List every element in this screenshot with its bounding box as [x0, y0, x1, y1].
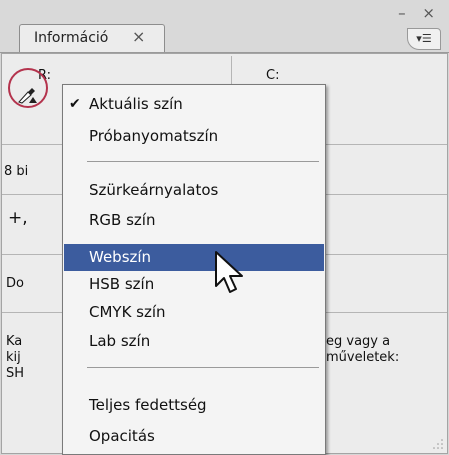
menu-item-cmyk-color[interactable]: CMYK szín — [64, 299, 324, 326]
desc-right-1: eg vagy a — [326, 334, 391, 349]
tab-information[interactable]: Információ × — [19, 24, 165, 52]
bit-depth-text: 8 bi — [4, 164, 29, 179]
c-label: C: — [266, 68, 280, 83]
menu-item-label: RGB szín — [89, 211, 156, 229]
menu-item-label: HSB szín — [89, 275, 155, 293]
checkmark-icon: ✔ — [69, 96, 81, 112]
desc-left-3: SH — [6, 366, 25, 381]
menu-item-opacity[interactable]: Opacitás — [64, 423, 324, 450]
menu-item-label: Opacitás — [89, 427, 155, 445]
tab-label: Információ — [34, 30, 109, 46]
eyedropper-icon[interactable] — [16, 84, 38, 104]
menu-item-rgb-color[interactable]: RGB szín — [64, 207, 324, 234]
menu-item-label: Lab szín — [89, 332, 151, 350]
tab-close-icon[interactable]: × — [132, 27, 145, 46]
crosshair-icon: +, — [8, 208, 28, 228]
menu-item-grayscale[interactable]: Szürkeárnyalatos — [64, 177, 324, 204]
menu-item-label: Aktuális szín — [89, 95, 183, 113]
menu-item-label: CMYK szín — [89, 303, 166, 321]
menu-separator — [87, 367, 319, 368]
resize-grip-icon[interactable] — [433, 439, 443, 449]
desc-left-2: kij — [6, 350, 21, 365]
menu-item-lab-color[interactable]: Lab szín — [64, 328, 324, 355]
menu-item-label: Teljes fedettség — [89, 396, 207, 414]
menu-item-label: Próbanyomatszín — [89, 127, 219, 145]
menu-item-actual-color[interactable]: ✔ Aktuális szín — [64, 91, 324, 118]
window-controls[interactable]: – × — [398, 4, 441, 22]
menu-item-label: Szürkeárnyalatos — [89, 181, 219, 199]
desc-left-1: Ka — [6, 334, 23, 349]
color-mode-menu: ✔ Aktuális szín Próbanyomatszín Szürkeár… — [62, 84, 326, 455]
panel-tab-bar: Információ × – × ▾☰ — [0, 0, 449, 53]
menu-item-hsb-color[interactable]: HSB szín — [64, 271, 324, 298]
menu-separator — [87, 161, 319, 162]
doc-label: Do — [6, 276, 24, 291]
menu-item-label: Webszín — [89, 248, 152, 266]
menu-item-total-coverage[interactable]: Teljes fedettség — [64, 392, 324, 419]
menu-item-proof-color[interactable]: Próbanyomatszín — [64, 123, 324, 150]
desc-right-2: műveletek: — [326, 350, 400, 365]
panel-menu-button[interactable]: ▾☰ — [407, 28, 441, 50]
menu-item-web-color[interactable]: Webszín — [64, 244, 324, 271]
arrow-cursor-icon — [215, 251, 243, 293]
